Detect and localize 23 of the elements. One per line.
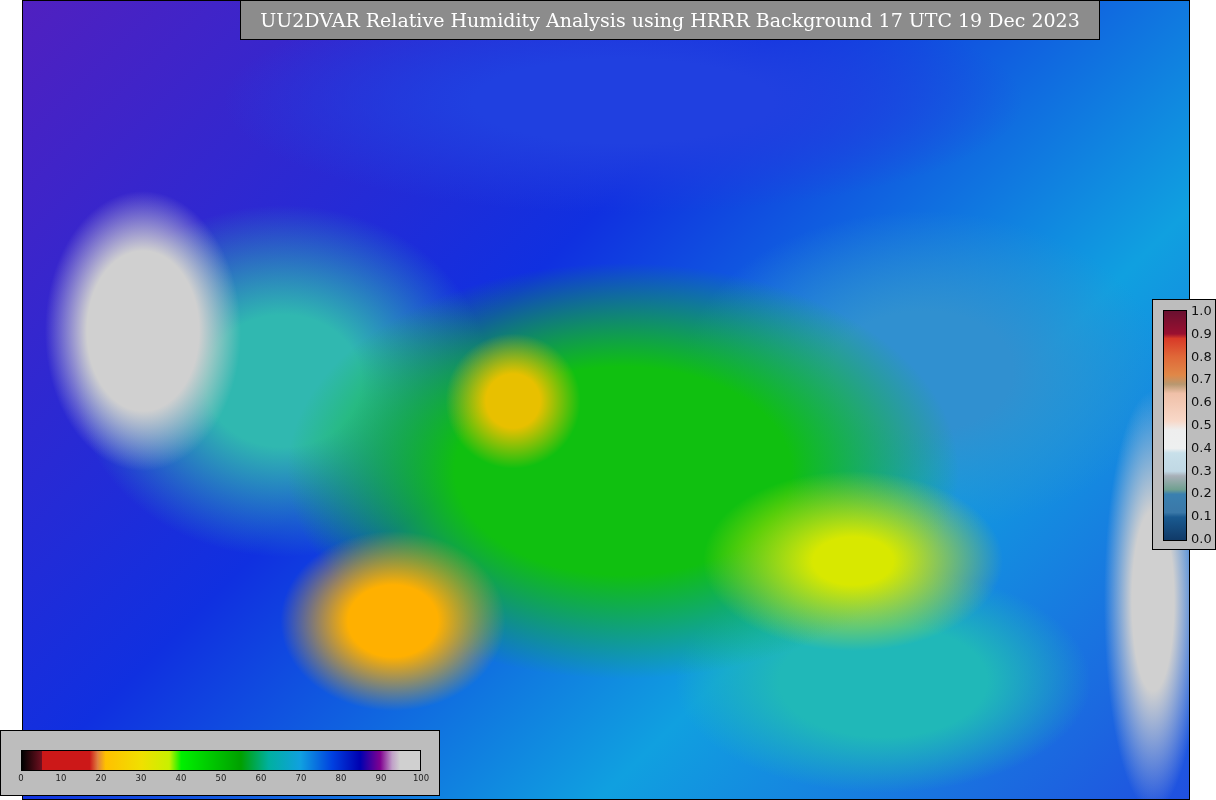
tick-label: 60 [255, 774, 267, 783]
tick-label: 0.3 [1191, 463, 1212, 477]
tick-label: 1.0 [1191, 304, 1212, 317]
tick-label: 100 [412, 774, 430, 783]
tick-label: 0.0 [1191, 531, 1212, 545]
tick-label: 70 [295, 774, 307, 783]
tick-label: 0.7 [1191, 372, 1212, 386]
tick-label: 0.4 [1191, 440, 1212, 454]
tick-label: 90 [375, 774, 387, 783]
tick-label: 0 [18, 774, 24, 783]
tick-label: 0.6 [1191, 395, 1212, 409]
tick-label: 40 [175, 774, 187, 783]
tick-label: 10 [55, 774, 67, 783]
tick-label: 0.5 [1191, 418, 1212, 431]
tick-label: 0.8 [1191, 349, 1212, 363]
tick-label: 30 [135, 774, 147, 783]
tick-label: 0.9 [1191, 326, 1212, 340]
tick-label: 50 [215, 774, 227, 783]
tick-label: 20 [95, 774, 107, 783]
tick-label: 0.1 [1191, 509, 1212, 523]
map-title: UU2DVAR Relative Humidity Analysis using HRRR Background 17 UTC 19 Dec 2023 [240, 0, 1100, 40]
tick-label: 0.2 [1191, 486, 1212, 500]
tick-label: 80 [335, 774, 347, 783]
